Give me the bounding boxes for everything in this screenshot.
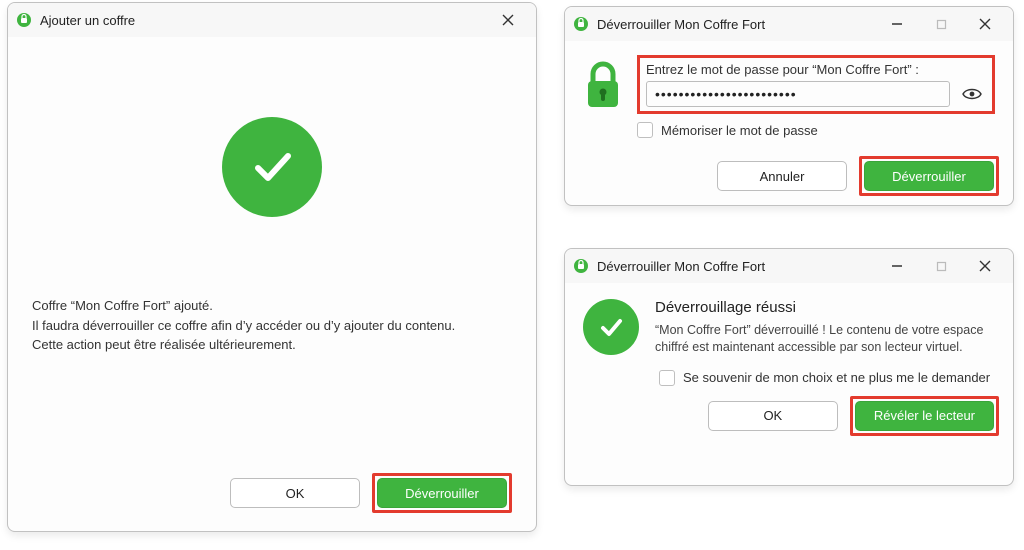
cancel-button[interactable]: Annuler [717, 161, 847, 191]
maximize-icon[interactable] [921, 10, 961, 38]
add-vault-dialog: Ajouter un coffre Coffre “Mon Coffre For… [7, 2, 537, 532]
close-icon[interactable] [488, 6, 528, 34]
msg-line: Il faudra déverrouiller ce coffre afin d… [32, 317, 512, 335]
maximize-icon[interactable] [921, 252, 961, 280]
remember-label: Se souvenir de mon choix et ne plus me l… [683, 370, 990, 385]
lock-icon [583, 61, 623, 113]
unlock-password-dialog: Déverrouiller Mon Coffre Fort Entrez le … [564, 6, 1014, 206]
dialog-title: Déverrouiller Mon Coffre Fort [597, 17, 877, 32]
titlebar: Déverrouiller Mon Coffre Fort [565, 249, 1013, 283]
reveal-password-icon[interactable] [958, 81, 986, 107]
dialog-title: Ajouter un coffre [40, 13, 488, 28]
success-check-icon [222, 117, 322, 217]
close-icon[interactable] [965, 10, 1005, 38]
button-row: Annuler Déverrouiller [565, 156, 1013, 206]
password-label: Entrez le mot de passe pour “Mon Coffre … [646, 62, 986, 77]
msg-line: Coffre “Mon Coffre Fort” ajouté. [32, 297, 512, 315]
remember-checkbox[interactable] [637, 122, 653, 138]
app-icon [16, 12, 32, 28]
success-heading: Déverrouillage réussi [655, 299, 995, 316]
remember-row: Mémoriser le mot de passe [637, 122, 995, 138]
window-controls [877, 252, 1005, 280]
close-icon[interactable] [965, 252, 1005, 280]
dialog-title: Déverrouiller Mon Coffre Fort [597, 259, 877, 274]
message-text: Coffre “Mon Coffre Fort” ajouté. Il faud… [32, 297, 512, 354]
button-row: OK Révéler le lecteur [565, 396, 1013, 448]
app-icon [573, 258, 589, 274]
dialog-content: Déverrouillage réussi “Mon Coffre Fort” … [565, 283, 1013, 356]
titlebar: Déverrouiller Mon Coffre Fort [565, 7, 1013, 41]
msg-line: Cette action peut être réalisée ultérieu… [32, 336, 512, 354]
titlebar: Ajouter un coffre [8, 3, 536, 37]
minimize-icon[interactable] [877, 252, 917, 280]
unlock-button[interactable]: Déverrouiller [377, 478, 507, 508]
remember-checkbox[interactable] [659, 370, 675, 386]
password-row: •••••••••••••••••••••••• [646, 81, 986, 107]
button-row: OK Déverrouiller [230, 473, 512, 513]
reveal-drive-button[interactable]: Révéler le lecteur [855, 401, 994, 431]
minimize-icon[interactable] [877, 10, 917, 38]
unlock-button[interactable]: Déverrouiller [864, 161, 994, 191]
success-body: “Mon Coffre Fort” déverrouillé ! Le cont… [655, 322, 995, 356]
remember-row: Se souvenir de mon choix et ne plus me l… [565, 364, 1013, 386]
ok-button[interactable]: OK [230, 478, 360, 508]
highlight-box: Révéler le lecteur [850, 396, 999, 436]
window-controls [488, 6, 528, 34]
dialog-content: Entrez le mot de passe pour “Mon Coffre … [565, 41, 1013, 138]
window-controls [877, 10, 1005, 38]
text-column: Déverrouillage réussi “Mon Coffre Fort” … [655, 299, 995, 356]
highlight-box: Entrez le mot de passe pour “Mon Coffre … [637, 55, 995, 114]
password-section: Entrez le mot de passe pour “Mon Coffre … [637, 55, 995, 138]
success-check-icon [583, 299, 639, 355]
highlight-box: Déverrouiller [372, 473, 512, 513]
password-input[interactable]: •••••••••••••••••••••••• [646, 81, 950, 107]
highlight-box: Déverrouiller [859, 156, 999, 196]
app-icon [573, 16, 589, 32]
dialog-body: Coffre “Mon Coffre Fort” ajouté. Il faud… [8, 117, 536, 374]
ok-button[interactable]: OK [708, 401, 838, 431]
remember-label: Mémoriser le mot de passe [661, 123, 818, 138]
unlock-success-dialog: Déverrouiller Mon Coffre Fort Déverrouil… [564, 248, 1014, 486]
